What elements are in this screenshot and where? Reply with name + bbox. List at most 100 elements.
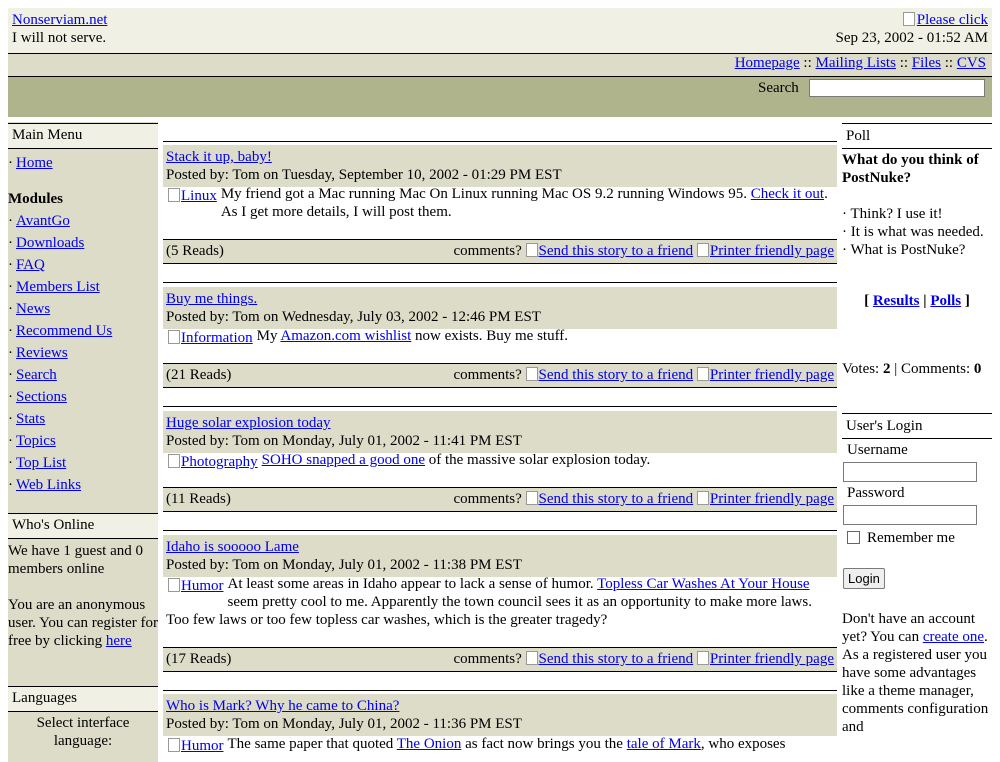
menu-item-avantgo[interactable]: · AvantGo [8, 213, 70, 230]
menu-link[interactable]: Downloads [16, 235, 84, 251]
menu-link[interactable]: Members List [16, 279, 100, 295]
topic-image-photography[interactable]: Photography [168, 453, 258, 471]
printer-friendly-link[interactable]: Printer friendly page [696, 243, 834, 259]
menu-link[interactable]: Recommend Us [16, 323, 112, 339]
send-to-friend-link[interactable]: Send this story to a friend [525, 243, 693, 259]
register-link[interactable]: here [106, 633, 132, 649]
story-separator [163, 530, 837, 531]
nav-cvs[interactable]: CVS [957, 55, 986, 71]
story-separator [163, 406, 837, 407]
story-title-link[interactable]: Idaho is sooooo Lame [166, 539, 299, 555]
top-nav: Homepage :: Mailing Lists :: Files :: CV… [735, 55, 986, 72]
story-header: Buy me things. Posted by: Tom on Wednesd… [163, 287, 837, 329]
menu-item-top-list[interactable]: · Top List [8, 455, 66, 472]
printer-friendly-link[interactable]: Printer friendly page [696, 651, 834, 667]
story-body: Humor At least some areas in Idaho appea… [163, 575, 837, 629]
story-text: as fact now brings you the [461, 736, 627, 752]
comments-count: 0 [973, 361, 982, 377]
send-to-friend-link[interactable]: Send this story to a friend [525, 491, 693, 507]
poll-option[interactable]: · What is PostNuke? [842, 241, 996, 259]
menu-item-faq[interactable]: · FAQ [8, 257, 45, 274]
broken-image-icon [168, 738, 180, 752]
polls-link[interactable]: Polls [930, 293, 961, 309]
nav-mailing-lists[interactable]: Mailing Lists [816, 55, 896, 71]
poll-results-link[interactable]: Results [873, 293, 920, 309]
story-title-link[interactable]: Stack it up, baby! [166, 149, 272, 165]
story-inline-link[interactable]: Amazon.com wishlist [280, 328, 411, 344]
menu-item-topics[interactable]: · Topics [8, 433, 56, 450]
story-footer: (17 Reads) comments? Send this story to … [163, 647, 837, 672]
story-text: now exists. Buy me stuff. [411, 328, 569, 344]
menu-link[interactable]: AvantGo [16, 213, 70, 229]
topic-image-humor[interactable]: Humor [168, 577, 224, 595]
create-account-link[interactable]: create one [923, 629, 984, 645]
menu-link[interactable]: Sections [16, 389, 67, 405]
topic-image-humor[interactable]: Humor [168, 737, 224, 755]
menu-item-search[interactable]: · Search [8, 367, 57, 384]
poll-option[interactable]: · It is what was needed. [842, 223, 996, 241]
menu-item-stats[interactable]: · Stats [8, 411, 45, 428]
story-text: My [256, 328, 281, 344]
menu-link[interactable]: Reviews [16, 345, 68, 361]
password-field[interactable] [843, 505, 977, 525]
menu-link[interactable]: Search [16, 367, 57, 383]
menu-link[interactable]: Stats [16, 411, 45, 427]
story-title-link[interactable]: Huge solar explosion today [166, 415, 331, 431]
printer-friendly-link[interactable]: Printer friendly page [696, 491, 834, 507]
story-body: Humor The same paper that quoted The Oni… [163, 735, 837, 760]
story-inline-link[interactable]: The Onion [397, 736, 462, 752]
search-input[interactable] [809, 79, 985, 97]
story-header: Who is Mark? Why he came to China? Poste… [163, 694, 837, 736]
send-to-friend-label: Send this story to a friend [538, 651, 694, 667]
poll-option[interactable]: · Think? I use it! [842, 205, 996, 223]
story-text: My friend got a Mac running Mac On Linux… [220, 186, 751, 202]
nav-files[interactable]: Files [912, 55, 941, 71]
envelope-icon [525, 651, 538, 665]
broken-image-icon [168, 330, 180, 344]
menu-item-recommend-us[interactable]: · Recommend Us [8, 323, 112, 340]
poll-option-label: What is PostNuke? [850, 242, 966, 258]
menu-item-web-links[interactable]: · Web Links [8, 477, 81, 494]
story-inline-link[interactable]: tale of Mark [627, 736, 701, 752]
send-to-friend-link[interactable]: Send this story to a friend [525, 651, 694, 667]
menu-item-news[interactable]: · News [8, 301, 50, 318]
printer-friendly-link[interactable]: Printer friendly page [696, 367, 834, 383]
menu-item-downloads[interactable]: · Downloads [8, 235, 84, 252]
story-separator [163, 690, 837, 691]
story-title-link[interactable]: Who is Mark? Why he came to China? [166, 698, 399, 714]
banner-link[interactable]: Please click [902, 12, 988, 29]
poll-stats: Votes: 2 | Comments: 0 [842, 361, 982, 377]
nav-homepage[interactable]: Homepage [735, 55, 800, 71]
menu-item-sections[interactable]: · Sections [8, 389, 67, 406]
topic-alt-text: Linux [181, 188, 217, 204]
send-to-friend-link[interactable]: Send this story to a friend [525, 367, 693, 383]
story-footer: (11 Reads) comments? Send this story to … [163, 487, 837, 512]
username-field[interactable] [843, 462, 977, 482]
menu-item-home[interactable]: · Home [8, 155, 53, 172]
menu-item-reviews[interactable]: · Reviews [8, 345, 68, 362]
story-title-link[interactable]: Buy me things. [166, 291, 257, 307]
menu-link[interactable]: Topics [16, 433, 56, 449]
story-posted-by: Posted by: Tom on Monday, July 01, 2002 … [166, 716, 522, 732]
login-button[interactable]: Login [843, 568, 885, 589]
header-datetime: Sep 23, 2002 - 01:52 AM [835, 30, 988, 46]
menu-link[interactable]: Top List [16, 455, 66, 471]
votes-label: Votes: [842, 361, 880, 377]
story-inline-link[interactable]: SOHO snapped a good one [262, 452, 425, 468]
site-name-link[interactable]: Nonserviam.net [12, 12, 107, 29]
menu-link[interactable]: News [16, 301, 50, 317]
menu-link-home[interactable]: Home [16, 155, 53, 171]
username-label: Username [847, 442, 908, 458]
topic-image-linux[interactable]: Linux [168, 187, 217, 205]
nav-separator: :: [803, 55, 812, 71]
story-reads: (17 Reads) [166, 651, 232, 667]
menu-link[interactable]: Web Links [16, 477, 81, 493]
remember-me-checkbox[interactable] [847, 531, 860, 544]
poll-option-label: It is what was needed. [850, 224, 984, 240]
topic-image-information[interactable]: Information [168, 329, 253, 347]
story-inline-link[interactable]: Topless Car Washes At Your House [597, 576, 809, 592]
menu-item-members-list[interactable]: · Members List [8, 279, 100, 296]
story-inline-link[interactable]: Check it out [751, 186, 824, 202]
story-body: Linux My friend got a Mac running Mac On… [163, 185, 837, 221]
menu-link[interactable]: FAQ [16, 257, 45, 273]
